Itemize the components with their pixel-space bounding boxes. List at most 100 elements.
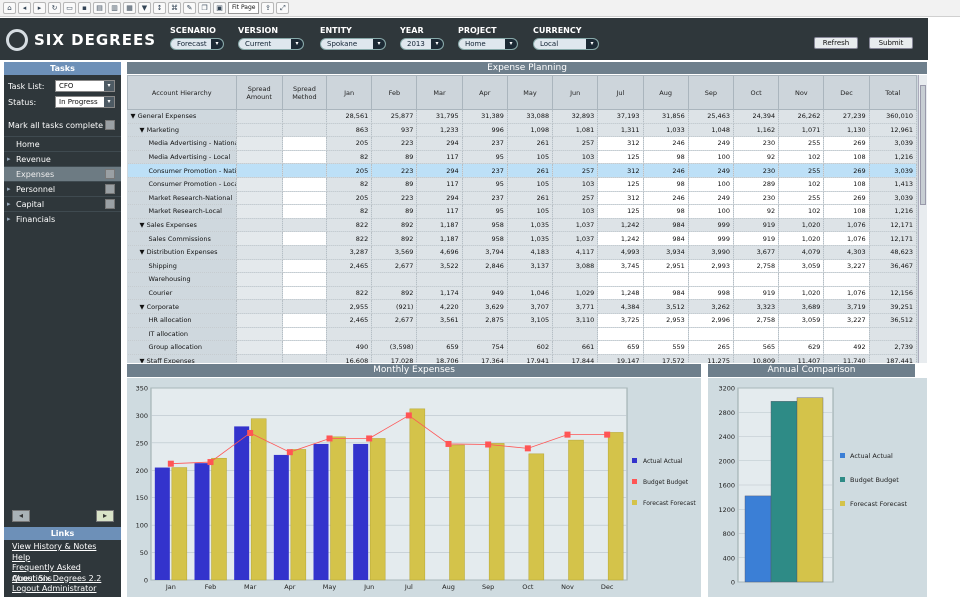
value-cell[interactable]: 249 xyxy=(688,136,734,151)
value-cell[interactable]: 919 xyxy=(733,286,780,301)
value-cell[interactable]: 289 xyxy=(733,177,780,192)
value-cell[interactable] xyxy=(733,327,780,342)
value-cell[interactable] xyxy=(643,272,689,287)
table-row[interactable]: Group allocation 490 (3,598) 659 754 602 661 65… xyxy=(127,340,918,355)
attach-icon[interactable]: ⌘ xyxy=(168,2,181,14)
value-cell[interactable]: 1,020 xyxy=(778,286,825,301)
forward-icon[interactable]: ▸ xyxy=(33,2,46,14)
capital-checkbox[interactable] xyxy=(105,199,115,209)
value-cell[interactable] xyxy=(778,327,825,342)
table-row[interactable]: ▼ Corporate 2,955 (921) 4,220 3,629 3,707 3,77… xyxy=(127,299,918,314)
home-icon[interactable]: ⌂ xyxy=(3,2,16,14)
spread-method-cell[interactable] xyxy=(282,272,328,287)
spread-amount-cell[interactable] xyxy=(236,340,283,355)
value-cell[interactable]: 102 xyxy=(778,177,825,192)
value-cell[interactable] xyxy=(597,272,644,287)
link-logout[interactable]: Logout Administrator xyxy=(4,584,121,595)
nav-revenue[interactable]: Revenue xyxy=(4,151,121,167)
next-task-button[interactable]: ▸ xyxy=(96,510,114,522)
nav-expenses[interactable]: Expenses xyxy=(4,166,121,181)
account-name-cell[interactable]: Shipping xyxy=(127,259,237,274)
table-row[interactable]: Warehousing xyxy=(127,272,918,287)
nav-home[interactable]: Home xyxy=(4,136,121,151)
pencil-icon[interactable]: ✎ xyxy=(183,2,196,14)
spread-amount-cell[interactable] xyxy=(236,231,283,246)
chart-icon[interactable]: ▥ xyxy=(108,2,121,14)
value-cell[interactable] xyxy=(688,272,734,287)
value-cell[interactable]: 246 xyxy=(643,191,689,206)
value-cell[interactable]: 3,745 xyxy=(597,259,644,274)
spread-method-cell[interactable] xyxy=(282,259,328,274)
value-cell[interactable] xyxy=(823,272,870,287)
account-name-cell[interactable]: ▼ Staff Expenses xyxy=(127,354,237,363)
value-cell[interactable]: 659 xyxy=(597,340,644,355)
table-row[interactable]: ▼ Sales Expenses 822 892 1,187 958 1,035 1,037… xyxy=(127,218,918,233)
value-cell[interactable]: 249 xyxy=(688,191,734,206)
value-cell[interactable]: 492 xyxy=(823,340,870,355)
account-name-cell[interactable]: Warehousing xyxy=(127,272,237,287)
nav-financials[interactable]: Financials xyxy=(4,211,121,227)
table-row[interactable]: Sales Commissions 822 892 1,187 958 1,035 1,03… xyxy=(127,231,918,246)
nav-personnel[interactable]: Personnel xyxy=(4,181,121,197)
previous-task-button[interactable]: ◂ xyxy=(12,510,30,522)
value-cell[interactable]: 230 xyxy=(733,136,780,151)
account-name-cell[interactable]: Consumer Promotion - Local xyxy=(127,177,237,192)
value-cell[interactable]: 312 xyxy=(597,136,644,151)
value-cell[interactable]: 265 xyxy=(688,340,734,355)
nav-capital[interactable]: Capital xyxy=(4,196,121,212)
scrollbar-thumb[interactable] xyxy=(920,85,926,205)
task-list-select[interactable]: CFO ▾ xyxy=(55,80,115,92)
link-about[interactable]: About Six Degrees 2.2 xyxy=(4,574,121,585)
value-cell[interactable] xyxy=(643,327,689,342)
table-row[interactable]: Media Advertising - National 205 223 294 237… xyxy=(127,136,918,151)
value-cell[interactable]: 629 xyxy=(778,340,825,355)
table-row[interactable]: Market Research-National 205 223 294 237 261 2… xyxy=(127,191,918,206)
spread-amount-cell[interactable] xyxy=(236,191,283,206)
value-cell[interactable]: 255 xyxy=(778,191,825,206)
value-cell[interactable]: 2,993 xyxy=(688,259,734,274)
value-cell[interactable]: 125 xyxy=(597,177,644,192)
value-cell[interactable]: 108 xyxy=(823,150,870,165)
value-cell[interactable]: 3,725 xyxy=(597,313,644,328)
mark-all-checkbox[interactable] xyxy=(105,120,115,130)
account-name-cell[interactable]: HR allocation xyxy=(127,313,237,328)
sort-icon[interactable]: ↕ xyxy=(153,2,166,14)
spread-method-cell[interactable] xyxy=(282,231,328,246)
value-cell[interactable]: 255 xyxy=(778,136,825,151)
value-cell[interactable]: 565 xyxy=(733,340,780,355)
grid-scrollbar[interactable] xyxy=(918,75,927,363)
open-folder-icon[interactable]: ▭ xyxy=(63,2,76,14)
value-cell[interactable]: 919 xyxy=(733,231,780,246)
account-name-cell[interactable]: IT allocation xyxy=(127,327,237,342)
value-cell[interactable]: 230 xyxy=(733,163,780,178)
value-cell[interactable] xyxy=(778,272,825,287)
value-cell[interactable]: 246 xyxy=(643,136,689,151)
table-row[interactable]: IT allocation xyxy=(127,327,918,342)
value-cell[interactable]: 102 xyxy=(778,150,825,165)
value-cell[interactable]: 3,227 xyxy=(823,259,870,274)
value-cell[interactable]: 2,951 xyxy=(643,259,689,274)
filter-icon[interactable]: ▼ xyxy=(138,2,151,14)
table-icon[interactable]: ▦ xyxy=(123,2,136,14)
account-name-cell[interactable]: ▼ General Expenses xyxy=(127,109,237,124)
value-cell[interactable]: 92 xyxy=(733,204,780,219)
value-cell[interactable]: 559 xyxy=(643,340,689,355)
spread-method-cell[interactable] xyxy=(282,286,328,301)
account-name-cell[interactable]: Market Research-Local xyxy=(127,204,237,219)
account-name-cell[interactable]: Sales Commissions xyxy=(127,231,237,246)
currency-select[interactable]: Local ▾ xyxy=(533,38,599,50)
value-cell[interactable]: 108 xyxy=(823,177,870,192)
value-cell[interactable]: 102 xyxy=(778,204,825,219)
value-cell[interactable] xyxy=(597,327,644,342)
back-icon[interactable]: ◂ xyxy=(18,2,31,14)
value-cell[interactable]: 3,059 xyxy=(778,313,825,328)
account-name-cell[interactable]: Group allocation xyxy=(127,340,237,355)
entity-select[interactable]: Spokane ▾ xyxy=(320,38,386,50)
status-select[interactable]: In Progress ▾ xyxy=(55,96,115,108)
value-cell[interactable]: 125 xyxy=(597,150,644,165)
value-cell[interactable]: 3,227 xyxy=(823,313,870,328)
spread-amount-cell[interactable] xyxy=(236,204,283,219)
table-row[interactable]: HR allocation 2,465 2,677 3,561 2,875 3,105 3,… xyxy=(127,313,918,328)
print-icon[interactable]: ▤ xyxy=(93,2,106,14)
refresh-icon[interactable]: ↻ xyxy=(48,2,61,14)
